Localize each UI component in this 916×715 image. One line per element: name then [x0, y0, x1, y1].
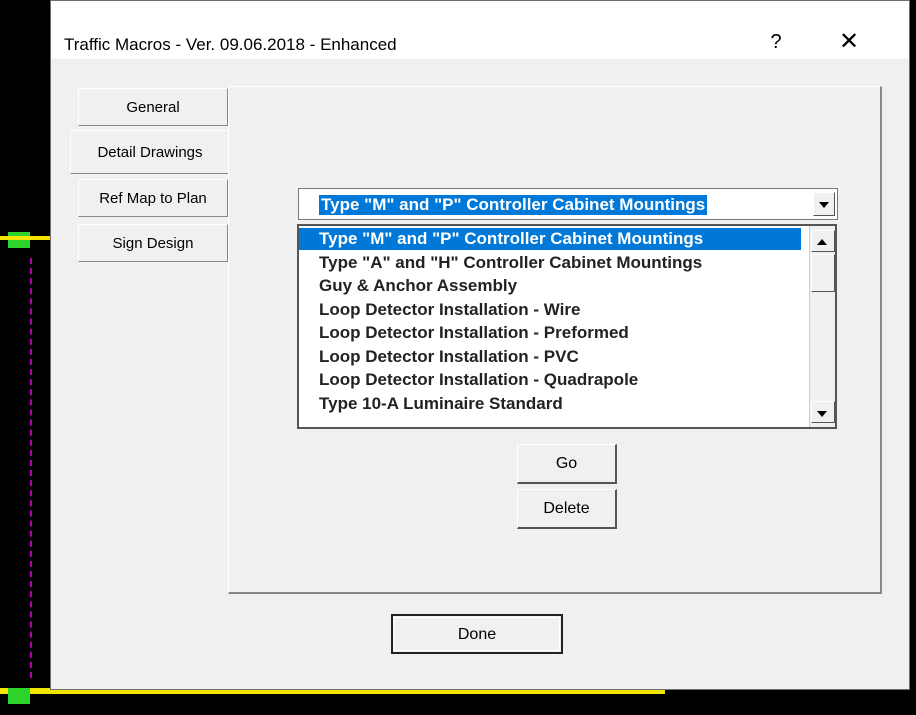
tab-detail-drawings[interactable]: Detail Drawings — [70, 130, 229, 174]
delete-button[interactable]: Delete — [517, 489, 617, 529]
cad-marker-left — [8, 232, 30, 248]
title-bar: Traffic Macros - Ver. 09.06.2018 - Enhan… — [51, 1, 909, 59]
cad-dashed-line — [30, 258, 32, 678]
list-item[interactable]: Loop Detector Installation - Wire — [299, 299, 580, 321]
list-item[interactable]: Type "M" and "P" Controller Cabinet Moun… — [299, 228, 801, 250]
list-item[interactable]: Type 10-A Luminaire Standard — [299, 393, 563, 415]
list-item[interactable]: Loop Detector Installation - Preformed — [299, 322, 629, 344]
drawing-select[interactable]: Type "M" and "P" Controller Cabinet Moun… — [298, 188, 838, 220]
scroll-down-button[interactable] — [811, 401, 835, 423]
close-icon[interactable]: ✕ — [826, 25, 872, 59]
chevron-up-icon — [817, 239, 827, 245]
go-button[interactable]: Go — [517, 444, 617, 484]
list-item[interactable]: Type "A" and "H" Controller Cabinet Moun… — [299, 252, 702, 274]
dropdown-button[interactable] — [813, 192, 835, 216]
list-item[interactable]: Loop Detector Installation - PVC — [299, 346, 579, 368]
cad-marker-bottom — [8, 688, 30, 704]
drawing-select-value: Type "M" and "P" Controller Cabinet Moun… — [319, 195, 708, 215]
tab-label: Ref Map to Plan — [99, 190, 207, 207]
scroll-up-button[interactable] — [811, 230, 835, 252]
tab-general[interactable]: General — [78, 88, 228, 126]
tab-label: Detail Drawings — [97, 144, 203, 161]
tab-ref-map-to-plan[interactable]: Ref Map to Plan — [78, 179, 228, 217]
chevron-down-icon — [817, 411, 827, 417]
cad-line-left — [0, 236, 50, 240]
tab-label: Sign Design — [112, 235, 194, 252]
window-title: Traffic Macros - Ver. 09.06.2018 - Enhan… — [64, 35, 397, 54]
list-scrollbar[interactable] — [809, 226, 835, 427]
scroll-thumb[interactable] — [811, 254, 835, 292]
chevron-down-icon — [819, 202, 829, 208]
tab-sign-design[interactable]: Sign Design — [78, 224, 228, 262]
tab-label: General — [126, 99, 180, 116]
done-button[interactable]: Done — [391, 614, 563, 654]
drawing-list[interactable]: Type "M" and "P" Controller Cabinet Moun… — [297, 224, 837, 429]
list-item[interactable]: Guy & Anchor Assembly — [299, 275, 517, 297]
traffic-macros-dialog: Traffic Macros - Ver. 09.06.2018 - Enhan… — [50, 0, 910, 690]
list-item[interactable]: Loop Detector Installation - Quadrapole — [299, 369, 638, 391]
help-icon[interactable]: ? — [753, 25, 799, 59]
